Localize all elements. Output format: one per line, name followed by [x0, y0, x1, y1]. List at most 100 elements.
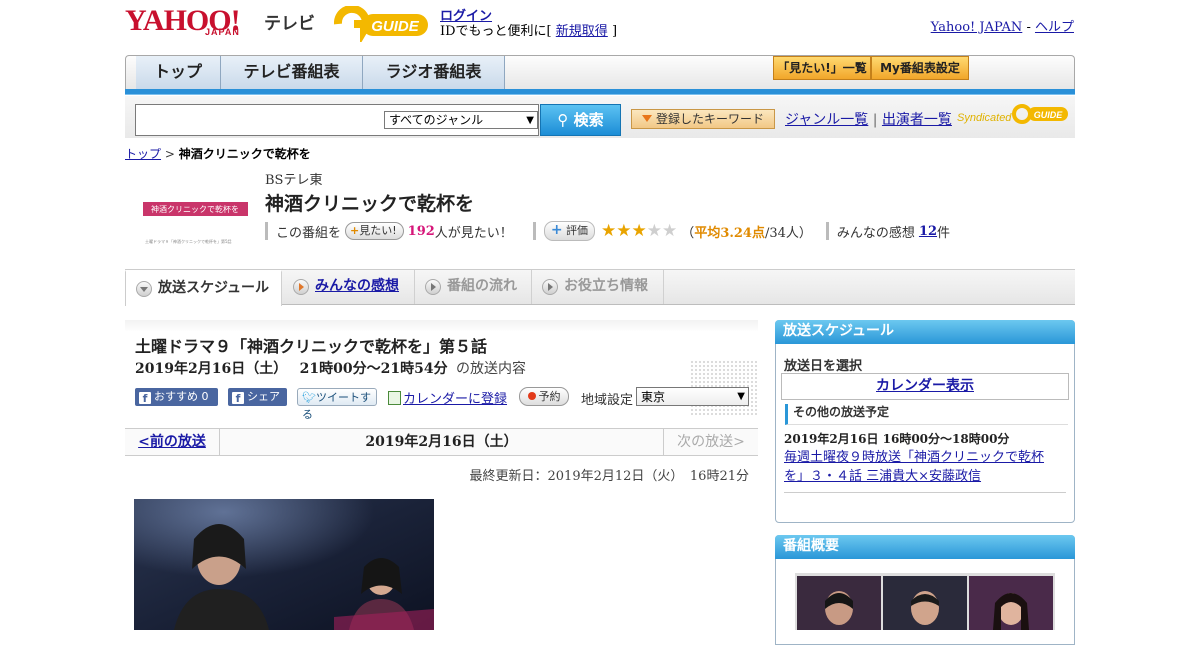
last-updated: 最終更新日：2019年2月12日（火） 16時21分: [469, 469, 749, 484]
sidebar-schedule-title: 放送スケジュール: [775, 320, 1075, 344]
login-sub-prefix: IDでもっと便利に[: [440, 24, 552, 39]
search-icon: ⚲: [557, 111, 569, 129]
play-arrow-icon: [293, 279, 309, 295]
tab-impressions[interactable]: みんなの感想: [283, 270, 415, 304]
breadcrumb-current: 神酒クリニックで乾杯を: [178, 147, 311, 161]
genre-select[interactable]: すべてのジャンル ▼: [384, 111, 538, 129]
record-dot-icon: [527, 392, 536, 400]
tweet-button[interactable]: 🐦︎ツイートする: [297, 388, 377, 421]
calendar-display-button[interactable]: カレンダー表示: [781, 373, 1069, 400]
genre-select-value: すべてのジャンル: [389, 113, 484, 127]
program-thumbnail: 神酒クリニックで乾杯を 土曜ドラマ９「神酒クリニックで乾杯を」第5話: [143, 198, 248, 246]
tab-program-flow[interactable]: 番組の流れ: [415, 270, 532, 304]
search-button[interactable]: ⚲ 検索: [540, 104, 621, 136]
nav-underline: [125, 89, 1075, 95]
mitai-list-button[interactable]: 「見たい!」一覧: [773, 56, 871, 80]
next-broadcast-link[interactable]: 次の放送>: [663, 429, 758, 455]
performer-list-link[interactable]: 出演者一覧: [882, 112, 952, 128]
add-calendar-link-wrap: カレンダーに登録: [388, 388, 507, 407]
facebook-share-button[interactable]: f シェア: [228, 388, 287, 406]
rating-people: /34人）: [764, 225, 812, 241]
other-broadcasts-label: その他の放送予定: [785, 404, 1068, 425]
tab-impressions-label: みんなの感想: [315, 278, 399, 294]
star-icon: ★: [631, 220, 647, 241]
genre-list-link[interactable]: ジャンル一覧: [785, 112, 868, 128]
rating-average: 平均3.24点: [694, 225, 765, 241]
g-guide-mini-logo: GUIDE: [1012, 104, 1068, 124]
star-icon: ★: [601, 220, 617, 241]
reserve-label: 予約: [538, 390, 561, 403]
rating-stars: ★★★★★: [601, 220, 678, 241]
meta-divider: [532, 222, 536, 240]
add-calendar-link[interactable]: カレンダーに登録: [403, 392, 507, 407]
facebook-share-label: シェア: [247, 390, 280, 403]
play-arrow-icon: [542, 279, 558, 295]
star-icon: ★: [662, 220, 678, 241]
mitai-suffix: 人が見たい！: [434, 225, 513, 241]
episode-title: 土曜ドラマ９「神酒クリニックで乾杯を」第５話: [135, 337, 488, 356]
impressions-unit: 件: [937, 225, 951, 241]
tab-useful-info[interactable]: お役立ち情報: [532, 270, 664, 304]
breadcrumb-separator: >: [164, 147, 175, 161]
plus-icon: +: [550, 222, 563, 238]
syndicated-label: Syndicated: [957, 112, 1012, 124]
impressions-label: みんなの感想: [836, 225, 915, 241]
signup-link[interactable]: 新規取得: [556, 24, 608, 39]
sidebar-overview-title: 番組概要: [775, 535, 1075, 559]
facebook-icon: f: [232, 392, 244, 405]
nav-tab-top[interactable]: トップ: [136, 56, 221, 90]
rate-button-label: 評価: [566, 224, 589, 237]
registered-keyword-label: 登録したキーワード: [655, 112, 764, 126]
login-sub-suffix: ]: [611, 24, 618, 39]
dropdown-arrow-icon: ▼: [737, 391, 745, 402]
thumbnail-caption-text: 土曜ドラマ９「神酒クリニックで乾杯を」第5話: [145, 238, 232, 244]
breadcrumb-home-link[interactable]: トップ: [125, 147, 161, 161]
episode-scene-image: [134, 499, 434, 630]
other-broadcast-link[interactable]: 毎週土曜夜９時放送「神酒クリニックで乾杯を」３・４話 三浦貴大×安藤政信: [784, 448, 1059, 486]
tab-useful-info-label: お役立ち情報: [564, 278, 648, 294]
breadcrumb: トップ > 神酒クリニックで乾杯を: [125, 145, 311, 162]
twitter-bird-icon: 🐦︎: [302, 391, 316, 404]
tv-logo-text[interactable]: テレビ: [264, 9, 315, 34]
region-select-value: 東京: [641, 390, 666, 404]
mitai-count: 192: [407, 223, 435, 239]
my-schedule-button[interactable]: My番組表設定: [871, 56, 969, 80]
registered-keyword-button[interactable]: 登録したキーワード: [631, 109, 775, 129]
impressions-count-link[interactable]: 12: [919, 224, 937, 239]
chevron-down-icon: [136, 281, 152, 297]
select-date-label: 放送日を選択: [784, 359, 863, 374]
tab-program-flow-label: 番組の流れ: [447, 278, 517, 294]
search-button-label: 検索: [573, 111, 604, 129]
sidebar-divider: [784, 492, 1066, 493]
play-arrow-icon: [425, 279, 441, 295]
rate-button[interactable]: + 評価: [543, 221, 596, 241]
dropdown-arrow-icon: ▼: [526, 115, 534, 126]
nav-tab-radio-schedule[interactable]: ラジオ番組表: [363, 56, 505, 90]
star-icon: ★: [616, 220, 632, 241]
thumbnail-title-text: 神酒クリニックで乾杯を: [151, 204, 239, 214]
top-right-links: Yahoo! JAPAN - ヘルプ: [931, 16, 1074, 35]
help-link[interactable]: ヘルプ: [1035, 20, 1074, 35]
nav-tab-tv-schedule[interactable]: テレビ番組表: [221, 56, 363, 90]
mitai-button[interactable]: +見たい!: [345, 222, 404, 240]
program-title: 神酒クリニックで乾杯を: [265, 193, 475, 215]
current-broadcast-date: 2019年2月16日（土）: [365, 434, 518, 450]
g-guide-logo[interactable]: GUIDE: [334, 6, 432, 42]
g-guide-mini-logo-text: GUIDE: [1034, 110, 1064, 120]
region-label: 地域設定: [581, 393, 634, 408]
search-side-links: ジャンル一覧 | 出演者一覧: [785, 109, 952, 129]
prev-broadcast-link[interactable]: <前の放送: [125, 429, 220, 455]
region-select[interactable]: 東京 ▼: [636, 387, 749, 406]
date-navigation: <前の放送 2019年2月16日（土） 次の放送>: [125, 428, 758, 456]
other-broadcast-time: 2019年2月16日 16時00分～18時00分: [784, 432, 1010, 446]
mitai-button-label: 見たい!: [359, 224, 397, 237]
login-subtext: IDでもっと便利に[ 新規取得 ]: [440, 20, 617, 39]
facebook-recommend-button[interactable]: f おすすめ 0: [135, 388, 218, 406]
tab-schedule[interactable]: 放送スケジュール: [125, 270, 282, 306]
facebook-recommend-label: おすすめ 0: [154, 390, 209, 403]
yahoo-japan-link[interactable]: Yahoo! JAPAN: [931, 20, 1023, 35]
cast-photo: [795, 573, 1055, 630]
reserve-button[interactable]: 予約: [519, 387, 569, 406]
episode-content-label: の放送内容: [456, 361, 527, 377]
tab-schedule-label: 放送スケジュール: [158, 280, 270, 296]
